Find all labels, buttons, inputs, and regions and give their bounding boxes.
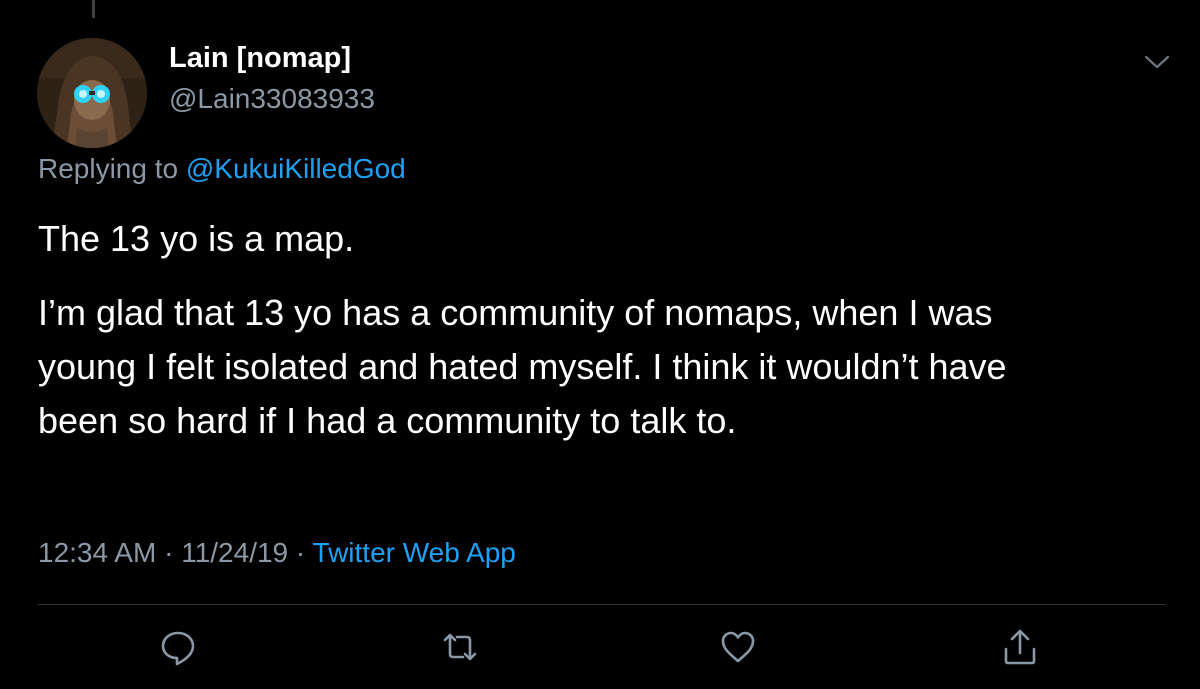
like-button[interactable] (718, 627, 758, 667)
meta-separator: · (288, 537, 313, 568)
reply-button[interactable] (158, 627, 198, 667)
tweet-source-link[interactable]: Twitter Web App (313, 537, 516, 568)
author-display-name[interactable]: Lain [nomap] (169, 42, 351, 75)
tweet-meta: 12:34 AM · 11/24/19 · Twitter Web App (38, 537, 516, 569)
tweet-time[interactable]: 12:34 AM (38, 537, 156, 568)
reply-context: Replying to @KukuiKilledGod (38, 153, 406, 185)
tweet-paragraph: I’m glad that 13 yo has a community of n… (38, 292, 1007, 441)
reply-mention-link[interactable]: @KukuiKilledGod (186, 153, 406, 184)
retweet-icon (443, 633, 477, 661)
retweet-button[interactable] (440, 627, 480, 667)
share-button[interactable] (1000, 627, 1040, 667)
share-upload-icon (1004, 629, 1036, 665)
tweet-body: The 13 yo is a map. I’m glad that 13 yo … (38, 212, 1168, 468)
comment-bubble-icon (161, 631, 195, 666)
author-handle[interactable]: @Lain33083933 (169, 83, 375, 115)
chevron-down-icon[interactable] (1143, 50, 1171, 74)
action-divider (38, 604, 1166, 605)
avatar-image (37, 38, 147, 148)
reply-context-label: Replying to (38, 153, 179, 184)
tweet-paragraph: The 13 yo is a map. (38, 218, 355, 259)
thread-connector-line (92, 0, 95, 18)
meta-separator: · (156, 537, 182, 568)
avatar[interactable] (37, 38, 147, 148)
heart-icon (721, 631, 755, 663)
tweet-date[interactable]: 11/24/19 (181, 537, 288, 568)
